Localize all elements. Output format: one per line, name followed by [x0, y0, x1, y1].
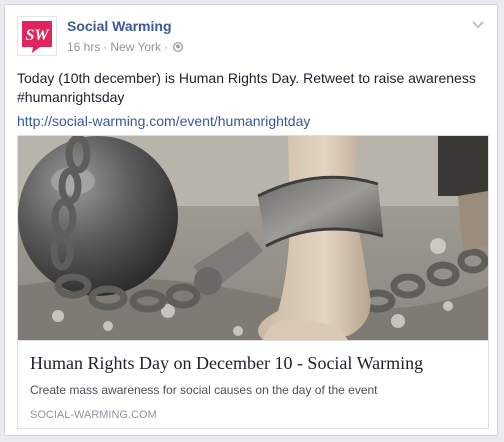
- svg-text:SW: SW: [25, 27, 50, 44]
- post-time[interactable]: 16 hrs: [67, 40, 100, 54]
- post-meta: 16 hrs · New York ·: [67, 40, 183, 54]
- hashtag-link[interactable]: #humanrightsday: [17, 88, 487, 107]
- attachment-photo[interactable]: [18, 136, 488, 340]
- post-text-line: Today (10th december) is Human Rights Da…: [17, 70, 476, 86]
- post-text: Today (10th december) is Human Rights Da…: [17, 69, 487, 107]
- link-preview-info[interactable]: Human Rights Day on December 10 - Social…: [18, 340, 488, 428]
- chevron-down-icon[interactable]: [471, 19, 485, 29]
- link-attachment[interactable]: Human Rights Day on December 10 - Social…: [17, 135, 489, 429]
- link-description: Create mass awareness for social causes …: [30, 383, 378, 397]
- meta-separator: ·: [164, 40, 169, 54]
- post-location[interactable]: New York: [110, 40, 161, 54]
- social-warming-logo: SW: [18, 17, 56, 55]
- meta-separator: ·: [103, 40, 108, 54]
- post-card: SW Social Warming 16 hrs · New York · To…: [4, 4, 498, 436]
- post-url-link[interactable]: http://social-warming.com/event/humanrig…: [17, 113, 310, 129]
- page-name[interactable]: Social Warming: [67, 18, 172, 34]
- link-title[interactable]: Human Rights Day on December 10 - Social…: [30, 353, 423, 374]
- globe-icon[interactable]: [173, 42, 183, 52]
- link-domain: SOCIAL-WARMING.COM: [30, 409, 157, 421]
- page-avatar[interactable]: SW: [17, 16, 57, 56]
